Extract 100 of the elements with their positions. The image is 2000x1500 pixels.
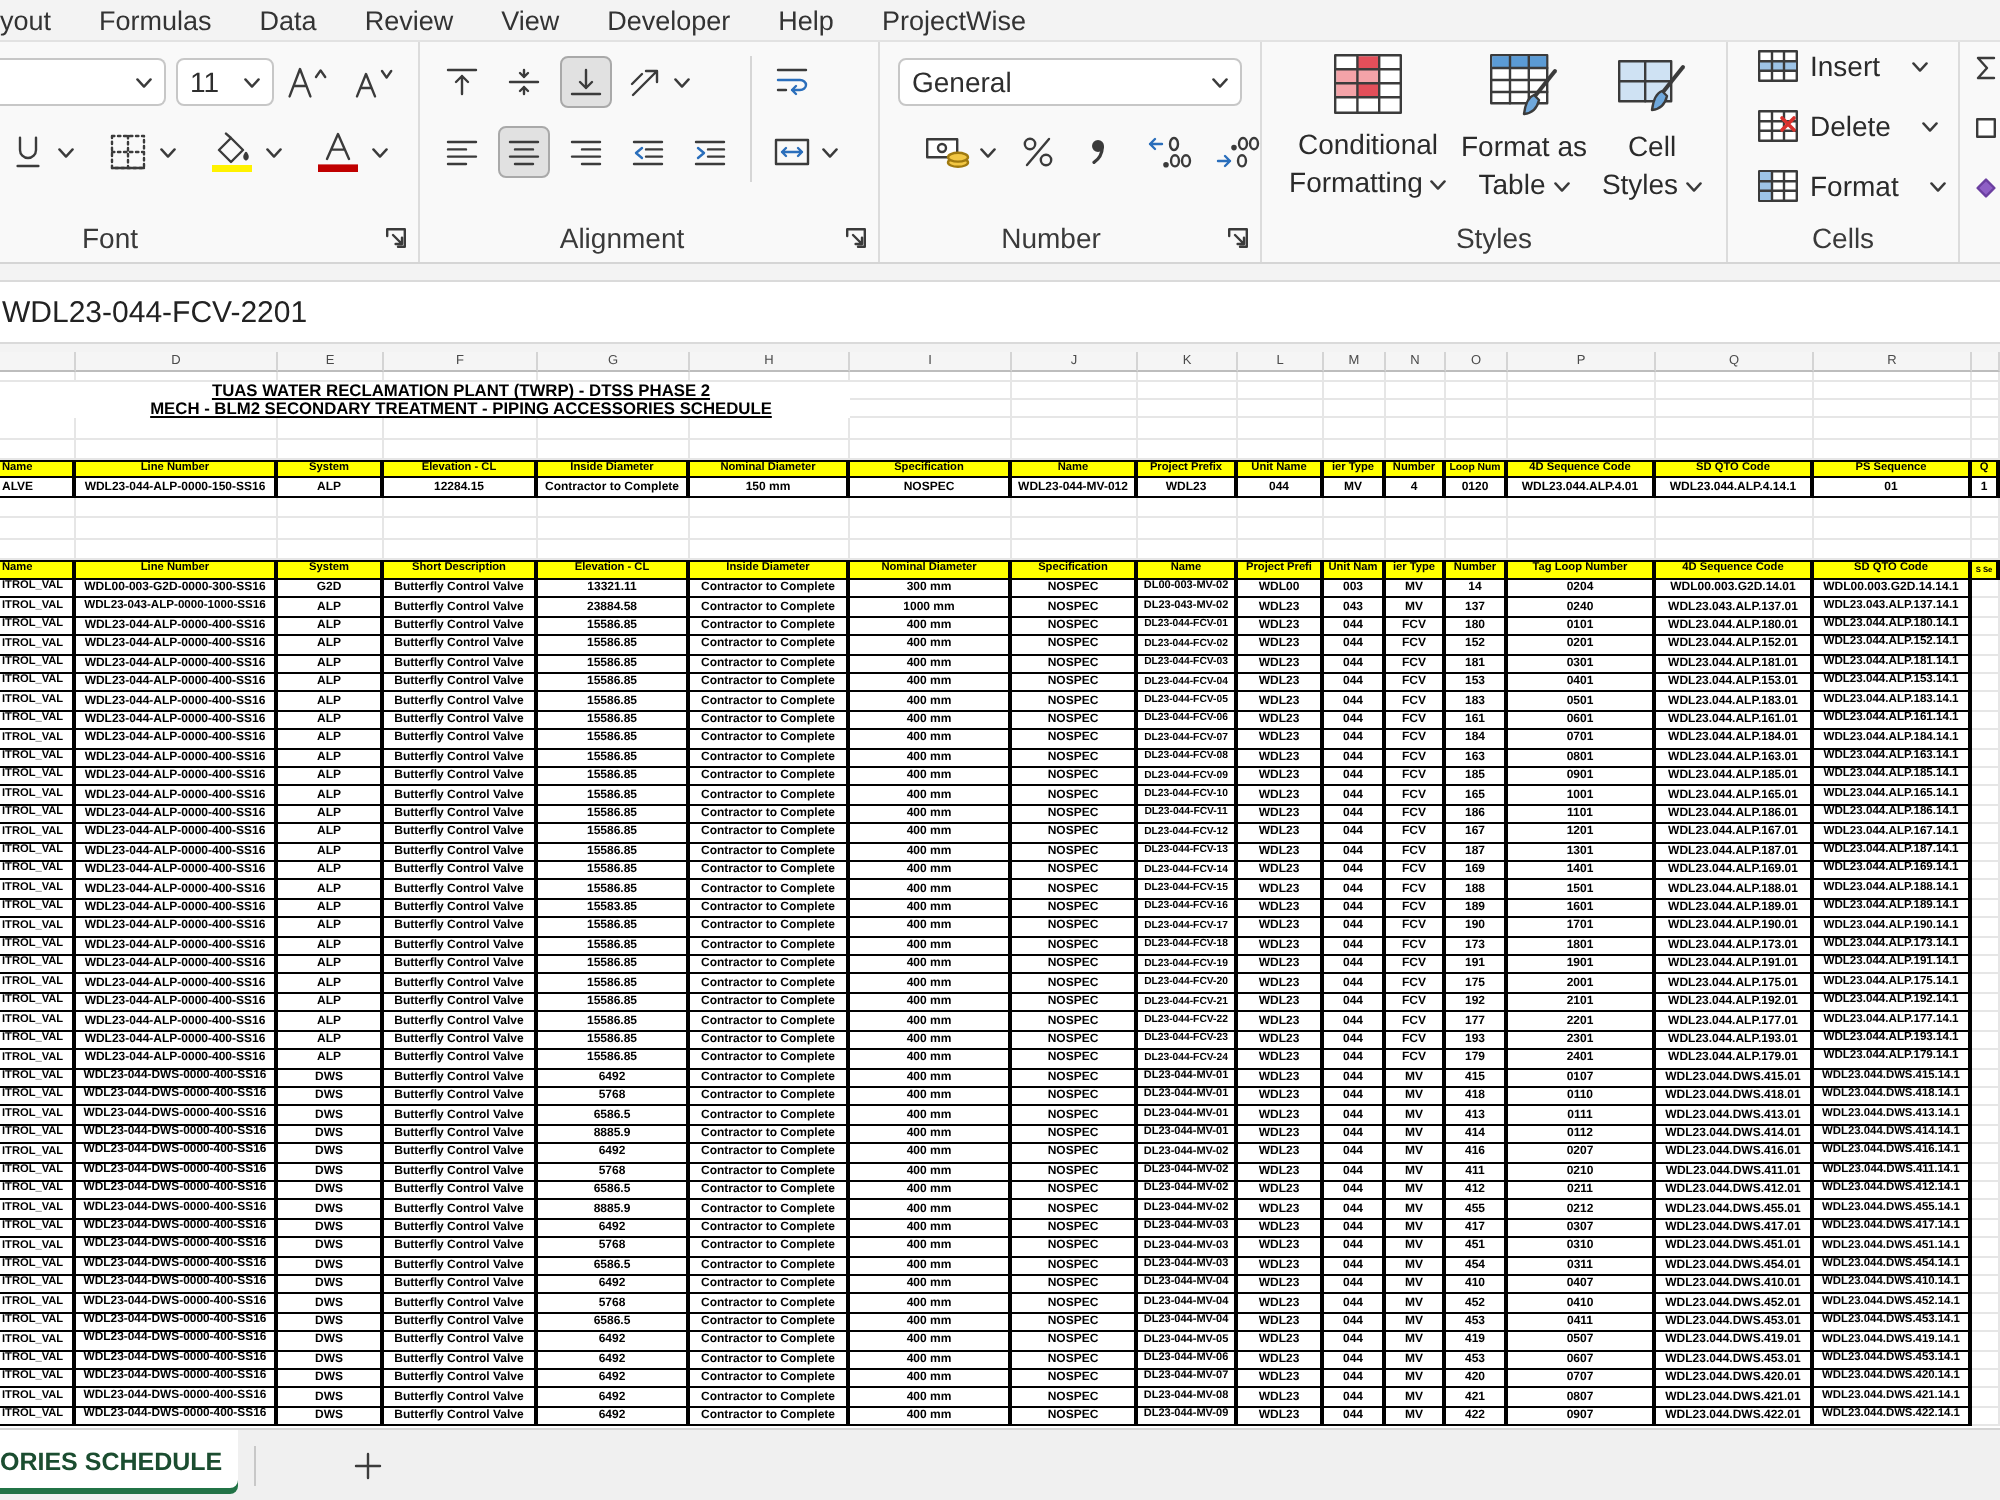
dialog-launcher-button[interactable] xyxy=(1222,222,1254,254)
empty-cell xyxy=(1138,518,1238,540)
conditional-formatting-button[interactable]: Conditional Formatting xyxy=(1284,48,1452,202)
delete-button[interactable]: Delete xyxy=(1754,102,1943,150)
table-grid-icon xyxy=(1758,170,1798,202)
font-color-icon xyxy=(318,132,358,172)
insert-button[interactable]: Insert xyxy=(1754,42,1933,90)
corner-arrow-icon xyxy=(1228,228,1248,248)
chevron-down-icon xyxy=(58,147,74,157)
menu-tab[interactable]: Help xyxy=(754,0,858,40)
banknote-coins-icon xyxy=(926,136,970,168)
chevron-down-icon xyxy=(244,77,260,87)
add-sheet-button[interactable] xyxy=(350,1447,387,1483)
empty-cell xyxy=(1446,400,1508,418)
empty-cell xyxy=(1238,400,1324,418)
empty-cell xyxy=(1386,497,1446,519)
empty-cell xyxy=(1012,497,1138,519)
sheet-tab[interactable]: ORIES SCHEDULE xyxy=(0,1430,239,1494)
chevron-down-icon xyxy=(266,147,282,157)
font-shrink-icon xyxy=(354,66,394,98)
empty-cell xyxy=(1012,382,1138,400)
empty-cell xyxy=(0,418,76,439)
decrease-indent-icon xyxy=(632,139,664,165)
empty-cell xyxy=(1012,400,1138,418)
menu-tab[interactable]: Formulas xyxy=(75,0,236,40)
menu-tab[interactable]: Data xyxy=(235,0,341,40)
format-as-table-button[interactable]: Format as Table xyxy=(1452,48,1596,204)
group-label: Styles xyxy=(1455,222,1533,254)
align-left-icon xyxy=(446,139,478,165)
empty-cell xyxy=(1446,382,1508,400)
menu-tab[interactable]: ProjectWise xyxy=(857,0,1050,40)
chevron-down-icon xyxy=(1553,181,1570,192)
chevron-down-icon xyxy=(136,77,152,87)
empty-cell xyxy=(1138,418,1238,439)
dialog-launcher-button[interactable] xyxy=(380,222,412,254)
menu-tab[interactable]: yout xyxy=(0,0,76,40)
empty-cell xyxy=(1386,382,1446,400)
menu-tab[interactable]: Developer xyxy=(583,0,755,40)
eraser-icon xyxy=(1976,178,1996,198)
number-format-field[interactable]: General xyxy=(898,58,1242,106)
empty-cell xyxy=(1324,497,1386,519)
chevron-down-icon xyxy=(674,77,690,87)
empty-cell xyxy=(278,518,384,540)
align-right-icon xyxy=(570,139,602,165)
font-name-field[interactable] xyxy=(0,58,166,106)
empty-cell xyxy=(1324,382,1386,400)
cell-brush-icon xyxy=(1618,54,1686,116)
empty-cell xyxy=(1446,518,1508,540)
plus-icon xyxy=(354,1451,383,1479)
empty-cell xyxy=(1324,418,1386,439)
empty-cell xyxy=(1138,497,1238,519)
table-brush-icon xyxy=(1490,54,1558,116)
menu-tab[interactable]: View xyxy=(477,0,584,40)
chevron-down-icon xyxy=(1912,61,1929,71)
empty-cell xyxy=(0,518,76,540)
increase-indent-icon xyxy=(694,139,726,165)
paint-bucket-icon xyxy=(212,132,252,172)
percent-icon xyxy=(1022,136,1054,168)
empty-cell xyxy=(1972,400,2000,418)
chevron-down-icon xyxy=(1930,181,1947,191)
align-center-button[interactable] xyxy=(498,126,550,178)
empty-cell xyxy=(1324,518,1386,540)
empty-cell xyxy=(1386,400,1446,418)
empty-cell xyxy=(1138,400,1238,418)
wrap-text-icon xyxy=(776,66,808,98)
align-top-icon xyxy=(446,68,478,96)
empty-cell xyxy=(1972,418,2000,439)
empty-cell xyxy=(1238,497,1324,519)
merge-cells-icon xyxy=(774,138,810,166)
table-delete-icon xyxy=(1758,110,1798,142)
chevron-down-icon xyxy=(1430,179,1447,190)
empty-cell xyxy=(1446,497,1508,519)
underline-icon xyxy=(16,136,40,168)
font-grow-icon xyxy=(288,66,328,98)
decimal-decrease-icon xyxy=(1216,136,1260,168)
fill-button[interactable] xyxy=(1976,114,1996,142)
chevron-down-icon xyxy=(372,147,388,157)
sheet-title: MECH - BLM2 SECONDARY TREATMENT - PIPING ACCESSORIES SCHEDULE xyxy=(150,400,772,418)
group-label: Font xyxy=(81,222,138,254)
chevron-down-icon xyxy=(1212,77,1228,87)
empty-cell xyxy=(1138,382,1238,400)
comma-icon xyxy=(1092,140,1104,164)
format-button[interactable]: Format xyxy=(1754,162,1951,210)
group-label: Alignment xyxy=(559,222,685,254)
empty-cell xyxy=(0,497,76,519)
menu-tab[interactable]: Review xyxy=(340,0,478,40)
align-bottom-icon xyxy=(570,68,602,96)
clear-button[interactable] xyxy=(1976,174,1996,202)
diagonal-arrow-icon xyxy=(630,67,662,97)
empty-cell xyxy=(1012,518,1138,540)
group-label: Cells xyxy=(1811,222,1875,254)
corner-arrow-icon xyxy=(846,228,866,248)
font-size-field[interactable]: 11 xyxy=(176,58,274,106)
align-bottom-button[interactable] xyxy=(560,56,612,108)
dialog-launcher-button[interactable] xyxy=(840,222,872,254)
chevron-down-icon xyxy=(822,147,838,157)
empty-cell xyxy=(1324,400,1386,418)
formula-bar-field[interactable]: WDL23-044-FCV-2201 xyxy=(0,280,2000,344)
sum-button[interactable] xyxy=(1976,54,1996,82)
cell-styles-button[interactable]: Cell Styles xyxy=(1596,48,1708,204)
